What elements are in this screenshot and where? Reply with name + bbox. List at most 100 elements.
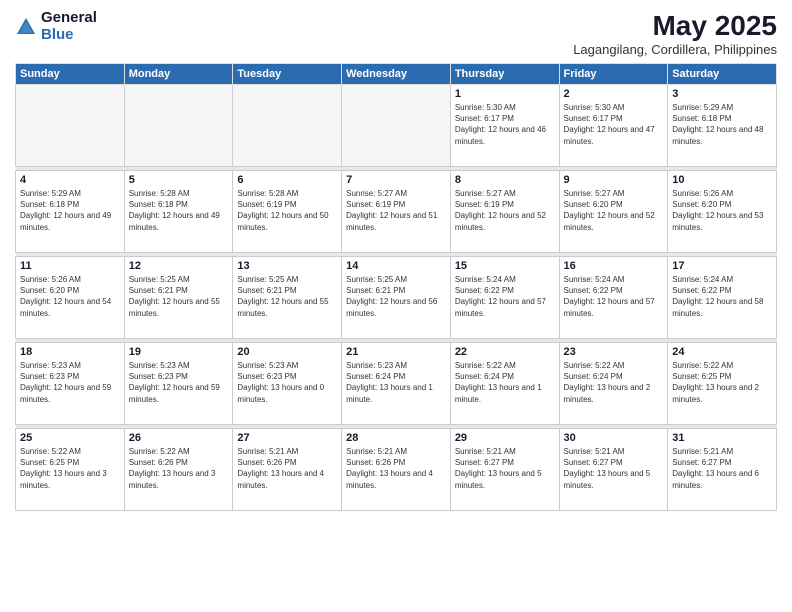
day-cell-1-3 — [233, 85, 342, 167]
day-cell-2-1: 4Sunrise: 5:29 AMSunset: 6:18 PMDaylight… — [16, 171, 125, 253]
day-info: Sunrise: 5:23 AMSunset: 6:23 PMDaylight:… — [129, 360, 229, 405]
day-info: Sunrise: 5:25 AMSunset: 6:21 PMDaylight:… — [237, 274, 337, 319]
day-number: 16 — [564, 260, 664, 272]
week-row-5: 25Sunrise: 5:22 AMSunset: 6:25 PMDayligh… — [16, 429, 777, 511]
day-number: 21 — [346, 346, 446, 358]
day-number: 5 — [129, 174, 229, 186]
logo-icon — [15, 16, 37, 38]
calendar-header-row: Sunday Monday Tuesday Wednesday Thursday… — [16, 64, 777, 85]
col-wednesday: Wednesday — [342, 64, 451, 85]
day-cell-3-7: 17 Sunrise: 5:24 AMSunset: 6:22 PMDayligh… — [668, 257, 777, 339]
logo: General Blue — [15, 10, 97, 43]
day-cell-1-2 — [124, 85, 233, 167]
day-cell-2-4: 7Sunrise: 5:27 AMSunset: 6:19 PMDaylight… — [342, 171, 451, 253]
day-cell-4-6: 23Sunrise: 5:22 AMSunset: 6:24 PMDayligh… — [559, 343, 668, 425]
day-cell-3-1: 11 Sunrise: 5:26 AMSunset: 6:20 PMDayligh… — [16, 257, 125, 339]
day-info: Sunrise: 5:24 AMSunset: 6:22 PMDaylight:… — [672, 274, 772, 319]
day-number: 26 — [129, 432, 229, 444]
day-cell-2-6: 9 Sunrise: 5:27 AMSunset: 6:20 PMDaylight… — [559, 171, 668, 253]
day-number: 12 — [129, 260, 229, 272]
day-number: 8 — [455, 174, 555, 186]
day-number: 18 — [20, 346, 120, 358]
day-info: Sunrise: 5:21 AMSunset: 6:27 PMDaylight:… — [564, 446, 664, 491]
day-number: 2 — [564, 88, 664, 100]
page: General Blue May 2025 Lagangilang, Cordi… — [0, 0, 792, 612]
day-info: Sunrise: 5:26 AMSunset: 6:20 PMDaylight:… — [20, 274, 120, 319]
day-cell-3-3: 13 Sunrise: 5:25 AMSunset: 6:21 PMDayligh… — [233, 257, 342, 339]
day-cell-3-4: 14Sunrise: 5:25 AMSunset: 6:21 PMDayligh… — [342, 257, 451, 339]
day-cell-5-2: 26 Sunrise: 5:22 AMSunset: 6:26 PMDayligh… — [124, 429, 233, 511]
day-cell-3-2: 12 Sunrise: 5:25 AMSunset: 6:21 PMDayligh… — [124, 257, 233, 339]
col-sunday: Sunday — [16, 64, 125, 85]
day-info: Sunrise: 5:23 AMSunset: 6:24 PMDaylight:… — [346, 360, 446, 405]
day-info: Sunrise: 5:26 AMSunset: 6:20 PMDaylight:… — [672, 188, 772, 233]
day-info: Sunrise: 5:28 AMSunset: 6:18 PMDaylight:… — [129, 188, 229, 233]
day-info: Sunrise: 5:23 AMSunset: 6:23 PMDaylight:… — [237, 360, 337, 405]
day-info: Sunrise: 5:30 AMSunset: 6:17 PMDaylight:… — [455, 102, 555, 147]
day-info: Sunrise: 5:21 AMSunset: 6:27 PMDaylight:… — [672, 446, 772, 491]
day-cell-1-7: 3 Sunrise: 5:29 AMSunset: 6:18 PMDaylight… — [668, 85, 777, 167]
day-number: 13 — [237, 260, 337, 272]
day-cell-3-6: 16 Sunrise: 5:24 AMSunset: 6:22 PMDayligh… — [559, 257, 668, 339]
week-row-2: 4Sunrise: 5:29 AMSunset: 6:18 PMDaylight… — [16, 171, 777, 253]
day-number: 17 — [672, 260, 772, 272]
week-row-3: 11 Sunrise: 5:26 AMSunset: 6:20 PMDayligh… — [16, 257, 777, 339]
location: Lagangilang, Cordillera, Philippines — [573, 42, 777, 57]
day-info: Sunrise: 5:27 AMSunset: 6:19 PMDaylight:… — [455, 188, 555, 233]
day-info: Sunrise: 5:22 AMSunset: 6:25 PMDaylight:… — [20, 446, 120, 491]
day-number: 19 — [129, 346, 229, 358]
day-info: Sunrise: 5:21 AMSunset: 6:26 PMDaylight:… — [346, 446, 446, 491]
col-friday: Friday — [559, 64, 668, 85]
day-number: 11 — [20, 260, 120, 272]
day-number: 6 — [237, 174, 337, 186]
day-number: 1 — [455, 88, 555, 100]
day-info: Sunrise: 5:29 AMSunset: 6:18 PMDaylight:… — [672, 102, 772, 147]
day-info: Sunrise: 5:30 AMSunset: 6:17 PMDaylight:… — [564, 102, 664, 147]
day-info: Sunrise: 5:23 AMSunset: 6:23 PMDaylight:… — [20, 360, 120, 405]
day-info: Sunrise: 5:21 AMSunset: 6:27 PMDaylight:… — [455, 446, 555, 491]
day-info: Sunrise: 5:24 AMSunset: 6:22 PMDaylight:… — [564, 274, 664, 319]
day-number: 24 — [672, 346, 772, 358]
col-monday: Monday — [124, 64, 233, 85]
day-cell-5-3: 27 Sunrise: 5:21 AMSunset: 6:26 PMDayligh… — [233, 429, 342, 511]
week-row-4: 18 Sunrise: 5:23 AMSunset: 6:23 PMDayligh… — [16, 343, 777, 425]
col-saturday: Saturday — [668, 64, 777, 85]
day-cell-4-5: 22Sunrise: 5:22 AMSunset: 6:24 PMDayligh… — [450, 343, 559, 425]
day-cell-5-5: 29Sunrise: 5:21 AMSunset: 6:27 PMDayligh… — [450, 429, 559, 511]
day-cell-4-4: 21 Sunrise: 5:23 AMSunset: 6:24 PMDayligh… — [342, 343, 451, 425]
day-number: 7 — [346, 174, 446, 186]
day-cell-5-4: 28Sunrise: 5:21 AMSunset: 6:26 PMDayligh… — [342, 429, 451, 511]
day-cell-5-6: 30 Sunrise: 5:21 AMSunset: 6:27 PMDayligh… — [559, 429, 668, 511]
day-info: Sunrise: 5:22 AMSunset: 6:26 PMDaylight:… — [129, 446, 229, 491]
logo-general: General — [41, 10, 97, 27]
month-title: May 2025 — [573, 10, 777, 42]
day-number: 30 — [564, 432, 664, 444]
day-number: 23 — [564, 346, 664, 358]
day-number: 10 — [672, 174, 772, 186]
day-info: Sunrise: 5:22 AMSunset: 6:24 PMDaylight:… — [455, 360, 555, 405]
day-cell-1-6: 2 Sunrise: 5:30 AMSunset: 6:17 PMDaylight… — [559, 85, 668, 167]
calendar-table: Sunday Monday Tuesday Wednesday Thursday… — [15, 63, 777, 511]
day-info: Sunrise: 5:28 AMSunset: 6:19 PMDaylight:… — [237, 188, 337, 233]
day-number: 9 — [564, 174, 664, 186]
col-tuesday: Tuesday — [233, 64, 342, 85]
day-number: 14 — [346, 260, 446, 272]
day-cell-5-1: 25Sunrise: 5:22 AMSunset: 6:25 PMDayligh… — [16, 429, 125, 511]
day-cell-2-3: 6 Sunrise: 5:28 AMSunset: 6:19 PMDaylight… — [233, 171, 342, 253]
day-cell-2-7: 10 Sunrise: 5:26 AMSunset: 6:20 PMDayligh… — [668, 171, 777, 253]
day-info: Sunrise: 5:24 AMSunset: 6:22 PMDaylight:… — [455, 274, 555, 319]
day-cell-1-5: 1 Sunrise: 5:30 AMSunset: 6:17 PMDaylight… — [450, 85, 559, 167]
day-number: 20 — [237, 346, 337, 358]
day-cell-4-2: 19 Sunrise: 5:23 AMSunset: 6:23 PMDayligh… — [124, 343, 233, 425]
day-number: 31 — [672, 432, 772, 444]
day-cell-5-7: 31 Sunrise: 5:21 AMSunset: 6:27 PMDayligh… — [668, 429, 777, 511]
day-info: Sunrise: 5:22 AMSunset: 6:25 PMDaylight:… — [672, 360, 772, 405]
day-info: Sunrise: 5:27 AMSunset: 6:20 PMDaylight:… — [564, 188, 664, 233]
logo-blue: Blue — [41, 27, 97, 44]
col-thursday: Thursday — [450, 64, 559, 85]
day-info: Sunrise: 5:21 AMSunset: 6:26 PMDaylight:… — [237, 446, 337, 491]
day-info: Sunrise: 5:25 AMSunset: 6:21 PMDaylight:… — [129, 274, 229, 319]
day-number: 3 — [672, 88, 772, 100]
day-cell-4-1: 18 Sunrise: 5:23 AMSunset: 6:23 PMDayligh… — [16, 343, 125, 425]
day-number: 27 — [237, 432, 337, 444]
